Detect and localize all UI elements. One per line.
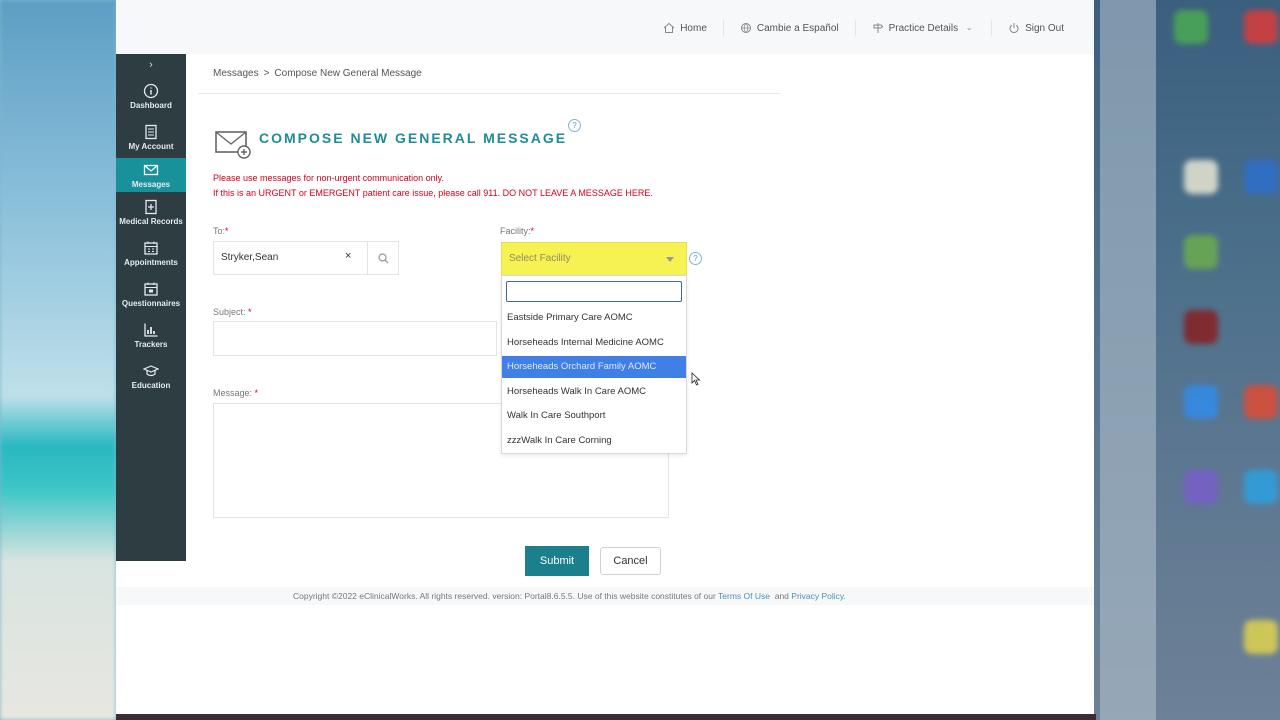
- sidebar-item-messages[interactable]: Messages: [116, 158, 186, 192]
- page-title: COMPOSE NEW GENERAL MESSAGE: [259, 130, 568, 146]
- sidebar-item-label: Trackers: [134, 340, 168, 349]
- top-bar: Home Cambie a Español Practice Details ⌄: [116, 0, 1094, 54]
- sidebar-item-trackers[interactable]: Trackers: [116, 315, 186, 356]
- subject-label-text: Subject:: [213, 307, 246, 317]
- browser-page: Home Cambie a Español Practice Details ⌄: [116, 0, 1094, 714]
- to-label-text: To:: [213, 226, 226, 236]
- sidebar-item-label: Messages: [131, 179, 171, 189]
- required-mark: *: [254, 388, 259, 398]
- required-mark: *: [225, 226, 229, 236]
- sidebar-item-label: Appointments: [124, 258, 178, 267]
- facility-option[interactable]: Horseheads Internal Medicine AOMC: [502, 332, 686, 354]
- facility-select[interactable]: Select Facility: [501, 242, 687, 276]
- sidebar-item-medical-records[interactable]: Medical Records: [116, 192, 186, 233]
- home-label: Home: [680, 22, 707, 34]
- top-nav: Home Cambie a Español Practice Details ⌄: [647, 20, 1080, 36]
- privacy-policy-link[interactable]: Privacy Policy.: [791, 591, 846, 601]
- sidebar-item-label: Dashboard: [130, 101, 172, 110]
- sidebar-item-appointments[interactable]: Appointments: [116, 233, 186, 274]
- graduation-cap-icon: [143, 365, 159, 377]
- required-mark: *: [530, 226, 535, 236]
- calendar-check-icon: [144, 282, 158, 296]
- signpost-icon: [872, 22, 884, 34]
- facility-option[interactable]: Eastside Primary Care AOMC: [502, 307, 686, 329]
- submit-button[interactable]: Submit: [525, 546, 589, 576]
- recipient-search-button[interactable]: [367, 242, 398, 274]
- non-urgent-warning: Please use messages for non-urgent commu…: [213, 173, 444, 183]
- cancel-button[interactable]: Cancel: [600, 547, 661, 575]
- sign-out-link[interactable]: Sign Out: [991, 20, 1080, 36]
- practice-details-label: Practice Details: [888, 22, 959, 34]
- breadcrumb: Messages > Compose New General Message: [213, 68, 422, 79]
- home-icon: [663, 22, 675, 34]
- sign-out-label: Sign Out: [1025, 22, 1064, 34]
- breadcrumb-separator: >: [263, 68, 270, 79]
- facility-help-icon[interactable]: ?: [689, 252, 702, 265]
- compose-envelope-icon: [215, 131, 251, 159]
- clear-recipient-icon[interactable]: ×: [345, 250, 351, 262]
- sidebar-item-education[interactable]: Education: [116, 356, 186, 397]
- facility-placeholder: Select Facility: [509, 253, 571, 264]
- required-mark: *: [248, 307, 252, 317]
- sidebar-expand-chevron-icon[interactable]: ›: [116, 54, 186, 76]
- emergency-warning: If this is an URGENT or EMERGENT patient…: [213, 188, 653, 198]
- subject-label: Subject: *: [213, 307, 252, 317]
- taskbar-strip: [116, 714, 1096, 720]
- to-label: To:*: [213, 226, 229, 236]
- envelope-icon: [143, 164, 159, 175]
- desktop-background-left: [0, 0, 116, 720]
- mouse-pointer-icon: [691, 372, 701, 386]
- terms-of-use-link[interactable]: Terms Of Use: [718, 591, 770, 601]
- sidebar-item-my-account[interactable]: My Account: [116, 117, 186, 158]
- facility-option[interactable]: Horseheads Walk In Care AOMC: [502, 381, 686, 403]
- to-recipient-value: Stryker,Sean: [221, 252, 279, 263]
- facility-label: Facility:*: [500, 226, 534, 236]
- chevron-down-icon: ⌄: [965, 23, 973, 32]
- sidebar-item-questionnaires[interactable]: Questionnaires: [116, 274, 186, 315]
- message-label: Message: *: [213, 388, 258, 398]
- facility-option-highlighted[interactable]: Horseheads Orchard Family AOMC: [502, 356, 686, 378]
- sidebar: › Dashboard My Account Messages Medical …: [116, 54, 186, 561]
- footer: Copyright ©2022 eClinicalWorks. All righ…: [116, 587, 1094, 605]
- power-icon: [1008, 22, 1020, 34]
- calendar-icon: [144, 241, 158, 255]
- sidebar-item-label: Education: [131, 381, 171, 390]
- language-label: Cambie a Español: [756, 22, 839, 34]
- practice-details-menu[interactable]: Practice Details ⌄: [854, 20, 991, 36]
- info-icon: [143, 83, 159, 99]
- desktop-background-right: [1094, 0, 1280, 720]
- facility-label-text: Facility:: [500, 226, 531, 236]
- facility-search-input[interactable]: [506, 281, 682, 302]
- footer-text: Copyright ©2022 eClinicalWorks. All righ…: [293, 591, 846, 601]
- home-link[interactable]: Home: [647, 20, 723, 36]
- document-icon: [145, 124, 157, 140]
- facility-option[interactable]: Walk In Care Southport: [502, 405, 686, 427]
- chart-icon: [144, 323, 158, 337]
- breadcrumb-current: Compose New General Message: [274, 68, 422, 79]
- message-label-text: Message:: [213, 388, 253, 398]
- breadcrumb-messages-link[interactable]: Messages: [213, 68, 259, 79]
- dropdown-caret-icon: [666, 257, 674, 262]
- globe-icon: [740, 22, 752, 34]
- facility-option[interactable]: zzzWalk In Care Corning: [502, 430, 686, 452]
- medical-record-icon: [145, 199, 157, 215]
- search-icon: [377, 252, 388, 263]
- language-link[interactable]: Cambie a Español: [722, 20, 855, 36]
- sidebar-item-label: Medical Records: [119, 217, 183, 226]
- copyright-text: Copyright ©2022 eClinicalWorks. All righ…: [293, 591, 716, 601]
- breadcrumb-divider: [198, 93, 780, 94]
- footer-and: and: [774, 591, 789, 601]
- title-help-icon[interactable]: ?: [568, 119, 581, 132]
- sidebar-item-label: Questionnaires: [121, 299, 181, 308]
- sidebar-item-label: My Account: [128, 142, 174, 151]
- to-field[interactable]: Stryker,Sean ×: [213, 241, 399, 275]
- sidebar-item-dashboard[interactable]: Dashboard: [116, 76, 186, 117]
- subject-input[interactable]: [213, 321, 497, 356]
- facility-dropdown: Eastside Primary Care AOMC Horseheads In…: [501, 275, 687, 454]
